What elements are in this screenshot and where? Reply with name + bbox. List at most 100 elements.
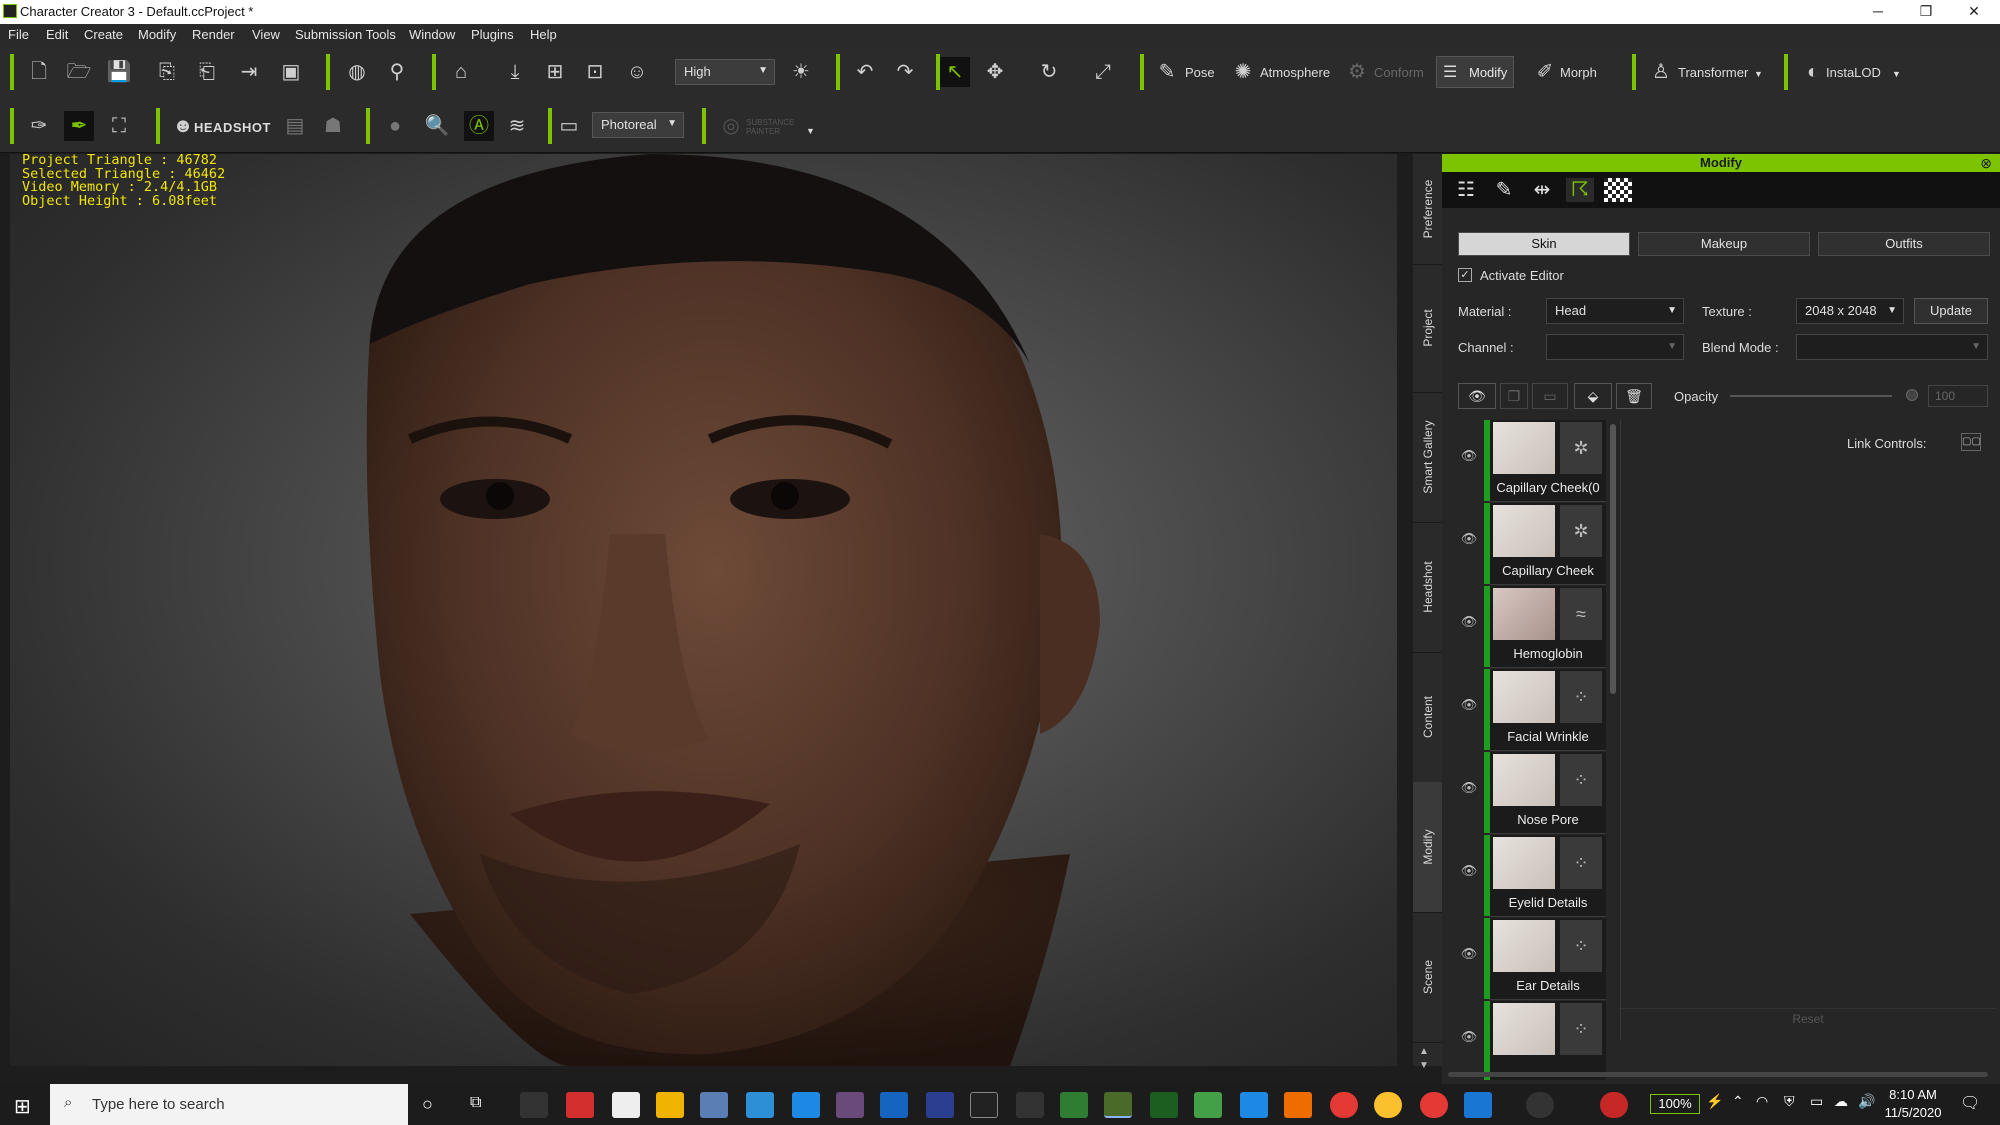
face-icon[interactable]: ☺ <box>624 60 650 84</box>
paste-layer-icon[interactable]: ▭ <box>1532 383 1568 409</box>
pose-icon[interactable]: ✎ <box>1154 60 1180 84</box>
new-file-icon[interactable]: 🗋 <box>26 60 52 84</box>
delete-layer-icon[interactable]: 🗑 <box>1616 383 1652 409</box>
list-item[interactable]: 👁 ⁘ Facial Wrinkle <box>1460 669 1606 752</box>
close-button[interactable]: ✕ <box>1951 0 1997 24</box>
app-icon[interactable] <box>880 1092 908 1118</box>
menu-edit[interactable]: Edit <box>46 27 68 42</box>
chevron-down-icon[interactable]: ▼ <box>1892 69 1901 79</box>
update-button[interactable]: Update <box>1914 298 1988 324</box>
chrome-icon[interactable] <box>1330 1092 1358 1118</box>
chevron-up-icon[interactable]: ⌃ <box>1732 1093 1744 1110</box>
epic-games-icon[interactable] <box>970 1092 998 1118</box>
opacity-slider[interactable] <box>1730 395 1892 397</box>
conform-icon[interactable]: ⚙ <box>1344 60 1370 84</box>
list-item[interactable]: 👁 ⁘ <box>1460 1001 1606 1080</box>
render-icon[interactable]: ▣ <box>278 60 304 84</box>
morph-button[interactable]: Morph <box>1560 65 1597 80</box>
checker-texture-icon[interactable] <box>1604 178 1632 202</box>
render-mode-select[interactable]: Photoreal ▼ <box>592 112 684 138</box>
tab-makeup[interactable]: Makeup <box>1638 232 1810 256</box>
activity-icon[interactable] <box>1526 1092 1554 1118</box>
redo-icon[interactable]: ↷ <box>892 60 918 84</box>
tab-smart-gallery[interactable]: Smart Gallery <box>1413 392 1442 523</box>
task-view-icon[interactable]: ⧉ <box>470 1094 481 1112</box>
move-icon[interactable]: ✥ <box>982 60 1008 84</box>
zoom-icon[interactable]: 🔍 <box>424 114 450 138</box>
light-icon[interactable]: ☀ <box>788 60 814 84</box>
app-icon[interactable] <box>836 1092 864 1118</box>
cloud-icon[interactable]: ☁ <box>1834 1093 1848 1110</box>
power-icon[interactable]: ⚡ <box>1706 1093 1723 1110</box>
headshot-icon[interactable]: ☻ <box>170 114 196 138</box>
transformer-icon[interactable]: ♙ <box>1648 60 1674 84</box>
opacity-input[interactable]: 100 <box>1928 385 1988 407</box>
store-icon[interactable] <box>520 1092 548 1118</box>
modify-button[interactable]: ☰ Modify <box>1436 56 1514 88</box>
list-item[interactable]: 👁 ✲ Capillary Cheek <box>1460 503 1606 586</box>
menu-submission-tools[interactable]: Submission Tools <box>295 27 396 42</box>
add-layer-icon[interactable]: ⬙ <box>1574 383 1612 409</box>
edit-mesh-icon[interactable]: ✒ <box>64 111 94 141</box>
wifi-icon[interactable]: ◠ <box>1756 1093 1768 1110</box>
import-icon[interactable]: ⎘ <box>154 60 180 84</box>
menu-file[interactable]: File <box>8 27 29 42</box>
pose-button[interactable]: Pose <box>1185 65 1215 80</box>
scale-icon[interactable]: ⤢ <box>1090 60 1116 84</box>
export-icon[interactable]: ⎗ <box>194 60 220 84</box>
pose-icon[interactable]: ✎ <box>1490 178 1518 202</box>
sliders-icon[interactable]: ☷ <box>1452 178 1480 202</box>
link-icon[interactable]: ▢▢ <box>1961 433 1981 451</box>
mask-icon[interactable]: ☗ <box>320 114 346 138</box>
app-icon[interactable] <box>746 1092 774 1118</box>
substance-painter-button[interactable]: SUBSTANCE PAINTER <box>746 118 802 136</box>
select-arrow-icon[interactable]: ↖ <box>940 57 970 87</box>
substance-icon[interactable]: ◎ <box>718 114 744 138</box>
instalod-icon[interactable]: ◐ <box>1800 60 1826 84</box>
material-icon[interactable]: ☈ <box>1566 178 1594 202</box>
viewport-icon[interactable]: ▭ <box>556 114 582 138</box>
sculpt-icon[interactable]: ● <box>382 114 408 138</box>
texture-select[interactable]: 2048 x 2048 ▼ <box>1796 298 1904 324</box>
layer-card[interactable]: ✲ Capillary Cheek(0 <box>1490 420 1606 502</box>
layer-list-scrollbar[interactable] <box>1610 424 1616 694</box>
copy-layer-icon[interactable]: ❐ <box>1500 383 1528 409</box>
list-item[interactable]: 👁 ✲ Capillary Cheek(0 <box>1460 420 1606 503</box>
app-icon[interactable] <box>1284 1092 1312 1118</box>
scroll-down-icon[interactable]: ▼ <box>1419 1060 1429 1071</box>
material-select[interactable]: Head ▼ <box>1546 298 1684 324</box>
app-icon[interactable] <box>1060 1092 1088 1118</box>
chrome-icon[interactable] <box>1420 1092 1448 1118</box>
list-item[interactable]: 👁 ⁘ Nose Pore <box>1460 752 1606 835</box>
clock-time[interactable]: 8:10 AM <box>1882 1087 1944 1102</box>
tab-preference[interactable]: Preference <box>1413 154 1442 265</box>
visibility-toggle-icon[interactable]: 👁 <box>1458 383 1496 409</box>
adjust-icon[interactable]: ≋ <box>504 114 530 138</box>
list-item[interactable]: 👁 ⁘ Ear Details <box>1460 918 1606 1001</box>
character-creator-icon[interactable] <box>1104 1092 1132 1118</box>
volume-icon[interactable]: 🔊 <box>1858 1093 1875 1110</box>
scroll-up-icon[interactable]: ▲ <box>1419 1046 1429 1057</box>
mail-icon[interactable] <box>792 1092 820 1118</box>
list-item[interactable]: 👁 ⁘ Eyelid Details <box>1460 835 1606 918</box>
layer-card[interactable]: ⁘ Facial Wrinkle <box>1490 669 1606 751</box>
morph-slider-icon[interactable]: ⇹ <box>1528 178 1556 202</box>
app-icon[interactable] <box>1150 1092 1178 1118</box>
align-down-icon[interactable]: ⤓ <box>502 60 528 84</box>
notification-icon[interactable]: 🗨 <box>1960 1093 1980 1113</box>
unity-icon[interactable] <box>1016 1092 1044 1118</box>
menu-help[interactable]: Help <box>530 27 557 42</box>
menu-modify[interactable]: Modify <box>138 27 176 42</box>
morph-icon[interactable]: ✐ <box>1532 60 1558 84</box>
menu-render[interactable]: Render <box>192 27 235 42</box>
layer-card[interactable]: ≈ Hemoglobin <box>1490 586 1606 668</box>
security-icon[interactable]: ⛨ <box>1784 1093 1795 1110</box>
tab-project[interactable]: Project <box>1413 264 1442 393</box>
tab-outfits[interactable]: Outfits <box>1818 232 1990 256</box>
open-folder-icon[interactable]: 🗁 <box>66 60 92 84</box>
chevron-down-icon[interactable]: ▼ <box>1754 69 1763 79</box>
battery-indicator[interactable]: 100% <box>1650 1094 1700 1114</box>
save-icon[interactable]: 💾 <box>106 60 132 84</box>
minimize-button[interactable]: ─ <box>1855 0 1901 24</box>
tab-modify[interactable]: Modify <box>1413 782 1442 913</box>
